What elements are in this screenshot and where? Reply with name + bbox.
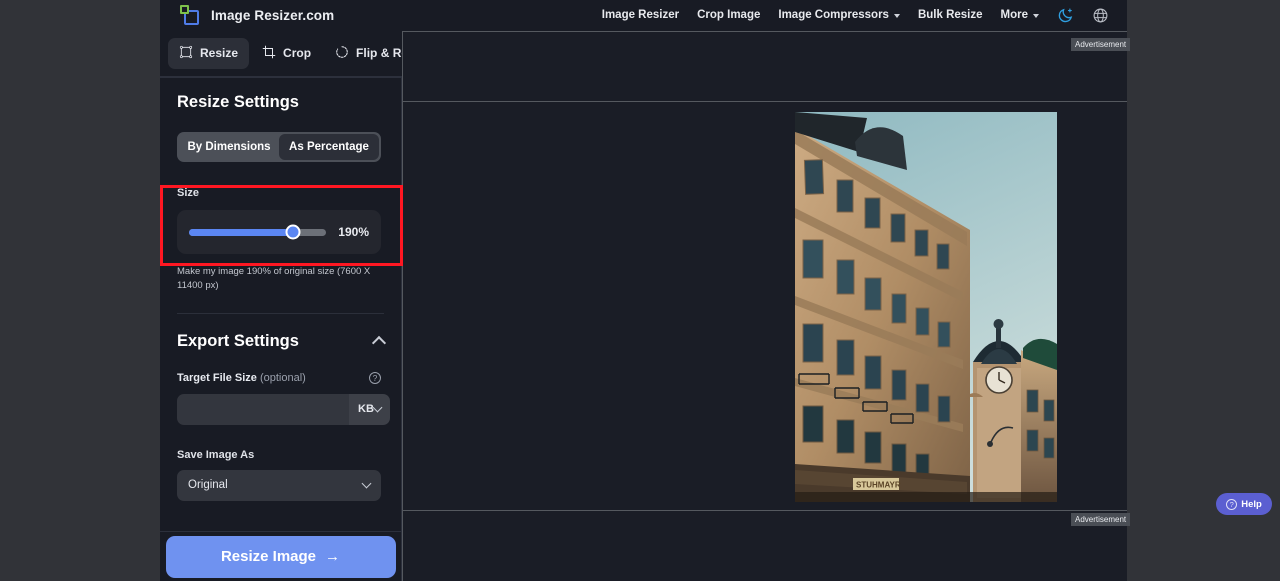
moon-sparkle-icon[interactable]	[1057, 7, 1074, 24]
main-nav: Image Resizer Crop Image Image Compresso…	[602, 7, 1127, 24]
chevron-down-icon	[893, 14, 900, 18]
advertisement-bottom	[402, 510, 1127, 581]
target-file-size-input[interactable]	[177, 393, 349, 425]
help-label: Help	[1241, 498, 1262, 510]
cta-label: Resize Image	[220, 548, 317, 565]
export-settings-header[interactable]: Export Settings	[177, 331, 387, 351]
target-file-size-row: Target File Size (optional) ?	[177, 371, 381, 384]
size-slider-thumb[interactable]	[285, 224, 301, 240]
chevron-down-icon	[361, 478, 372, 489]
nav-label: Image Compressors	[778, 9, 889, 21]
optional-text: (optional)	[259, 371, 306, 384]
tab-label: Resize	[200, 46, 239, 60]
target-file-size-input-row: KB	[177, 393, 390, 425]
question-mark-icon[interactable]: ?	[369, 371, 381, 384]
preview-image[interactable]: STUHMAYR	[795, 112, 1057, 502]
nav-label: Bulk Resize	[917, 9, 983, 21]
label-text: Target File Size	[177, 371, 257, 384]
nav-label: More	[1000, 9, 1028, 21]
screen: Image Resizer.com Image Resizer Crop Ima…	[0, 0, 1280, 581]
mode-by-dimensions[interactable]: By Dimensions	[179, 134, 279, 160]
ad-label-top: Advertisement	[1071, 38, 1131, 51]
nav-label: Crop Image	[697, 9, 761, 21]
size-slider-fill	[189, 228, 294, 236]
nav-item-bulk-resize[interactable]: Bulk Resize	[918, 9, 983, 21]
page-title: Resize Settings	[177, 93, 299, 111]
size-slider[interactable]	[189, 224, 327, 240]
brand[interactable]: Image Resizer.com	[160, 4, 334, 26]
save-image-as-select[interactable]: Original	[177, 469, 381, 501]
tab-crop[interactable]: Crop	[251, 38, 322, 69]
settings-panel: Resize Settings By Dimensions As Percent…	[160, 77, 402, 531]
tool-tabs: Resize Crop Flip & Rotate	[160, 30, 430, 77]
arrow-right-icon: →	[325, 548, 341, 565]
image-preview-canvas: STUHMAYR	[402, 102, 1127, 510]
ad-label-bottom: Advertisement	[1071, 513, 1131, 526]
question-circle-icon: ?	[1226, 498, 1238, 510]
nav-item-image-compressors[interactable]: Image Compressors	[778, 9, 900, 21]
cta-footer: Resize Image →	[160, 531, 402, 581]
resize-image-button[interactable]: Resize Image →	[165, 535, 396, 578]
crop-icon	[262, 45, 276, 62]
nav-label: Image Resizer	[601, 9, 680, 21]
tab-label: Crop	[283, 46, 312, 60]
nav-item-crop-image[interactable]: Crop Image	[697, 9, 760, 21]
file-size-unit-select[interactable]: KB	[349, 393, 390, 425]
resize-frame-icon	[179, 45, 193, 62]
mode-as-percentage[interactable]: As Percentage	[279, 134, 379, 160]
save-image-as-label: Save Image As	[177, 448, 255, 461]
app-window: Image Resizer.com Image Resizer Crop Ima…	[160, 0, 1127, 581]
tab-resize[interactable]: Resize	[168, 37, 250, 69]
divider	[177, 312, 384, 314]
site-header: Image Resizer.com Image Resizer Crop Ima…	[160, 0, 1127, 30]
target-file-size-label: Target File Size (optional)	[177, 372, 306, 384]
resize-mode-toggle: By Dimensions As Percentage	[177, 132, 381, 162]
size-label: Size	[177, 187, 200, 199]
nav-item-more[interactable]: More	[1001, 9, 1039, 21]
rotate-icon	[335, 45, 349, 62]
brand-name: Image Resizer.com	[211, 7, 335, 23]
preview-illustration: STUHMAYR	[795, 112, 1057, 502]
size-control-group: Size 190% Make my image 190% of original…	[177, 187, 384, 293]
globe-icon[interactable]	[1092, 7, 1109, 24]
export-settings-title: Export Settings	[177, 331, 299, 350]
svg-text:STUHMAYR: STUHMAYR	[856, 481, 901, 490]
size-value: 190%	[338, 225, 369, 239]
chevron-up-icon	[371, 335, 387, 351]
advertisement-top	[402, 31, 1127, 102]
unit-value: KB	[358, 403, 374, 416]
two-squares-logo-icon	[180, 4, 202, 26]
size-slider-card: 190%	[177, 210, 381, 254]
chevron-down-icon	[1033, 14, 1039, 18]
save-format-value: Original	[188, 479, 228, 492]
help-button[interactable]: ? Help	[1216, 493, 1272, 515]
size-hint: Make my image 190% of original size (760…	[177, 266, 371, 291]
nav-item-image-resizer[interactable]: Image Resizer	[602, 9, 679, 21]
